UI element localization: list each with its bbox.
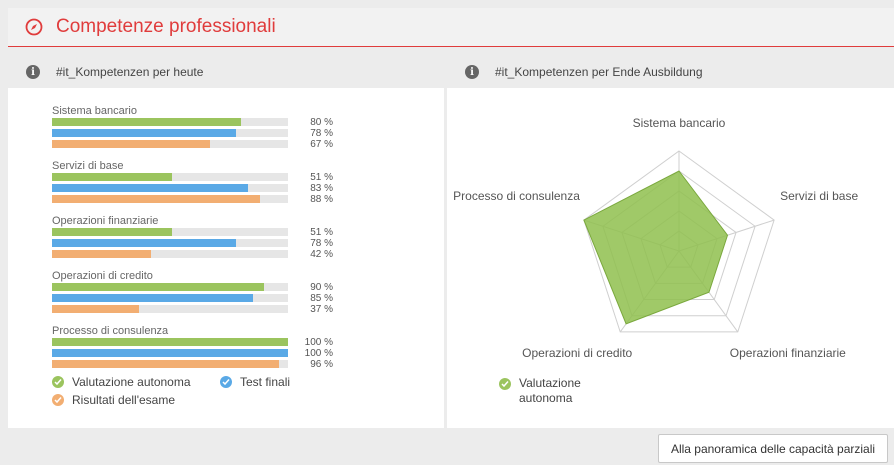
bar-value-label: 100 % (304, 348, 333, 359)
radar-axis-label: Processo di consulenza (453, 189, 580, 203)
bar-autonoma[interactable] (52, 283, 265, 291)
bar-track (52, 184, 288, 192)
compass-icon (25, 18, 43, 36)
check-icon (499, 378, 511, 390)
bar-value-label: 37 % (310, 304, 333, 315)
bar-test[interactable] (52, 239, 237, 247)
legend-autonoma[interactable]: Valutazione autonoma (52, 375, 191, 389)
bar-autonoma[interactable] (52, 338, 288, 346)
bar-test[interactable] (52, 129, 237, 137)
partial-skills-overview-button[interactable]: Alla panoramica delle capacità parziali (658, 434, 888, 463)
category-label: Operazioni finanziarie (52, 215, 159, 227)
bar-value-label: 96 % (310, 359, 333, 370)
legend-label: Risultati dell'esame (72, 393, 176, 407)
legend-label: Valutazione autonoma (72, 375, 191, 389)
page-title: Competenze professionali (56, 16, 276, 37)
bar-value-label: 83 % (310, 183, 333, 194)
bar-value-label: 100 % (304, 337, 333, 348)
bar-value-label: 67 % (310, 139, 333, 150)
radar-legend-autonoma[interactable]: Valutazione autonoma (499, 376, 581, 406)
bar-esame[interactable] (52, 360, 279, 368)
page-header: Competenze professionali (8, 8, 894, 47)
check-icon (220, 376, 232, 388)
bar-autonoma[interactable] (52, 228, 173, 236)
bar-value-label: 90 % (310, 282, 333, 293)
category-label: Servizi di base (52, 160, 124, 172)
bar-autonoma[interactable] (52, 118, 241, 126)
bar-track (52, 140, 288, 148)
check-icon (52, 394, 64, 406)
bar-track (52, 250, 288, 258)
category-label: Sistema bancario (52, 105, 137, 117)
radar-axis-label: Servizi di base (780, 189, 858, 203)
radar-series-autonoma[interactable] (583, 170, 729, 325)
radar-axis-label: Operazioni di credito (522, 346, 632, 360)
bar-track (52, 349, 288, 357)
check-icon (52, 376, 64, 388)
left-panel-header: i #it_Kompetenzen per heute (26, 56, 203, 88)
legend-label: Test finali (240, 375, 291, 389)
radar-axis-label: Sistema bancario (633, 116, 726, 130)
bar-test[interactable] (52, 294, 253, 302)
bar-track (52, 283, 288, 291)
bar-value-label: 78 % (310, 238, 333, 249)
bar-track (52, 360, 288, 368)
bar-track (52, 338, 288, 346)
bar-esame[interactable] (52, 195, 260, 203)
bar-track (52, 129, 288, 137)
bar-track (52, 195, 288, 203)
bar-value-label: 80 % (310, 117, 333, 128)
info-icon[interactable]: i (465, 65, 479, 79)
category-label: Processo di consulenza (52, 325, 169, 337)
bar-esame[interactable] (52, 140, 211, 148)
bar-esame[interactable] (52, 250, 152, 258)
radar-axis-label: Operazioni finanziarie (730, 346, 846, 360)
legend-label-line2: autonoma (519, 391, 573, 405)
bar-value-label: 85 % (310, 293, 333, 304)
bar-track (52, 228, 288, 236)
bar-track (52, 294, 288, 302)
legend-test[interactable]: Test finali (220, 375, 290, 389)
legend-label-line1: Valutazione (519, 376, 581, 390)
info-icon[interactable]: i (26, 65, 40, 79)
right-panel-header: i #it_Kompetenzen per Ende Ausbildung (465, 56, 703, 88)
bar-test[interactable] (52, 349, 288, 357)
radar-chart-panel: Sistema bancario Servizi di base Operazion… (447, 88, 894, 428)
left-panel-title: #it_Kompetenzen per heute (56, 65, 204, 79)
category-label: Operazioni di credito (52, 270, 153, 282)
bar-track (52, 118, 288, 126)
legend-esame[interactable]: Risultati dell'esame (52, 393, 175, 407)
bar-test[interactable] (52, 184, 248, 192)
bar-value-label: 42 % (310, 249, 333, 260)
bar-track (52, 173, 288, 181)
right-panel-title: #it_Kompetenzen per Ende Ausbildung (495, 65, 703, 79)
bar-value-label: 51 % (310, 172, 333, 183)
bar-value-label: 88 % (310, 194, 333, 205)
bar-chart-panel: Sistema bancario 80 % 78 % 67 % Servizi di b… (8, 88, 444, 428)
bar-track (52, 239, 288, 247)
bar-value-label: 51 % (310, 227, 333, 238)
bar-esame[interactable] (52, 305, 140, 313)
bar-value-label: 78 % (310, 128, 333, 139)
bar-autonoma[interactable] (52, 173, 173, 181)
bar-track (52, 305, 288, 313)
